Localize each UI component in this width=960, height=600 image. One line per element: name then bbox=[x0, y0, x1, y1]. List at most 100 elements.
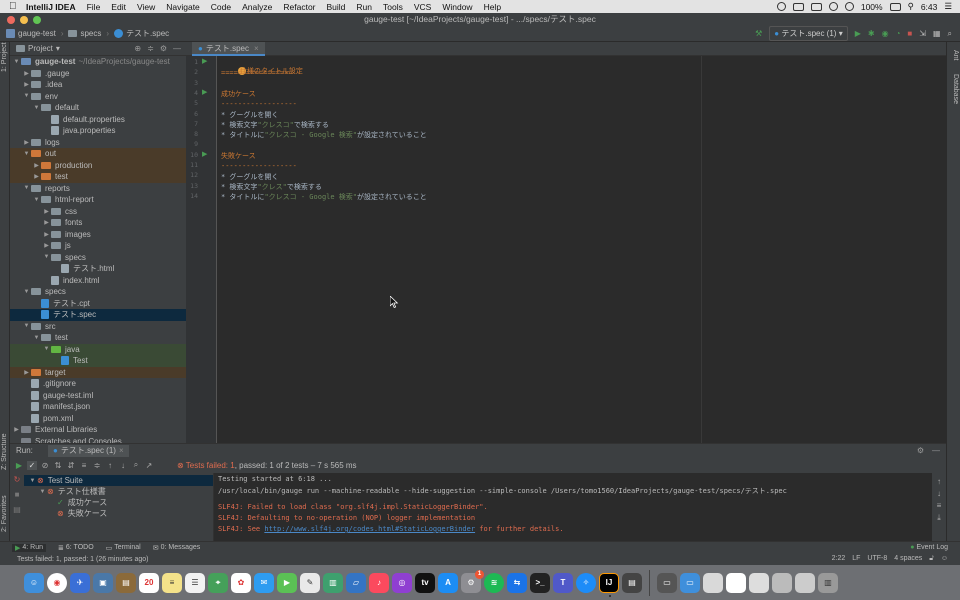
minimized-window-icon[interactable] bbox=[772, 572, 792, 593]
file-encoding[interactable]: UTF-8 bbox=[867, 555, 887, 563]
project-tree-item[interactable]: ▶ External Libraries bbox=[10, 424, 186, 436]
reminders-icon[interactable]: ☰ bbox=[185, 572, 205, 593]
previous-failed-icon[interactable]: ↑ bbox=[105, 461, 115, 470]
chevron-down-icon[interactable]: ▼ bbox=[12, 59, 21, 65]
step-search-1[interactable]: * 検索文字"クレスコ"で検索する bbox=[221, 120, 329, 130]
spotify-icon[interactable]: ≋ bbox=[484, 572, 504, 593]
podcasts-icon[interactable]: ◎ bbox=[392, 572, 412, 593]
show-ignored-icon[interactable]: ⊘ bbox=[40, 461, 50, 470]
run-tab[interactable]: ● テスト.spec (1) × bbox=[48, 444, 129, 457]
collapse-all-icon[interactable]: ≑ bbox=[92, 461, 102, 470]
menu-list-icon[interactable]: ☰ bbox=[944, 1, 952, 12]
search-icon[interactable]: ⚲ bbox=[908, 1, 914, 12]
search-everywhere-icon[interactable]: ⌕ bbox=[948, 29, 952, 39]
favorites-tool-tab[interactable]: 2: Favorites bbox=[1, 495, 8, 532]
project-tree-item[interactable]: index.html bbox=[10, 275, 186, 287]
project-tree-item[interactable]: ▼ html-report bbox=[10, 194, 186, 206]
stop-icon[interactable]: ■ bbox=[907, 29, 912, 38]
todo-tool-tab[interactable]: ≣ 6: TODO bbox=[58, 544, 94, 552]
stop-icon[interactable]: ■ bbox=[10, 490, 24, 499]
wifi-icon[interactable] bbox=[844, 2, 854, 11]
project-structure-icon[interactable]: ▦ bbox=[933, 29, 941, 38]
caret-position[interactable]: 2:22 bbox=[832, 555, 846, 563]
chevron-down-icon[interactable]: ▼ bbox=[42, 346, 51, 352]
project-tree-item[interactable]: default.properties bbox=[10, 114, 186, 126]
run-icon[interactable]: ▶ bbox=[855, 29, 861, 38]
layout-icon[interactable]: ▤ bbox=[10, 505, 24, 514]
app-store-icon[interactable]: A bbox=[438, 572, 458, 593]
step-open-google-2[interactable]: * グーグルを開く bbox=[221, 172, 278, 182]
breadcrumb-project[interactable]: gauge-test bbox=[18, 29, 56, 38]
project-tree-item[interactable]: ▶ target bbox=[10, 366, 186, 378]
chevron-down-icon[interactable]: ▼ bbox=[28, 478, 37, 484]
chevron-right-icon[interactable]: ▶ bbox=[12, 426, 21, 433]
database-tool-tab[interactable]: Database bbox=[952, 74, 959, 104]
gear-icon[interactable]: ⚙ bbox=[160, 44, 167, 53]
breadcrumb-file[interactable]: テスト.spec bbox=[126, 28, 169, 39]
preview-icon[interactable]: ▣ bbox=[93, 572, 113, 593]
terminal-tool-tab[interactable]: ▭ Terminal bbox=[106, 544, 141, 552]
battery-icon[interactable] bbox=[889, 2, 901, 11]
menu-navigate[interactable]: Navigate bbox=[166, 2, 200, 12]
photos-icon[interactable]: ✿ bbox=[231, 572, 251, 593]
project-tree-item[interactable]: ▶ js bbox=[10, 240, 186, 252]
project-tree-item[interactable]: ▼ specs bbox=[10, 252, 186, 264]
expand-all-icon[interactable]: ≡ bbox=[79, 461, 89, 470]
chevron-down-icon[interactable]: ▼ bbox=[32, 105, 41, 111]
project-tree-item[interactable]: テスト.cpt bbox=[10, 298, 186, 310]
messages-icon[interactable]: ✉ bbox=[254, 572, 274, 593]
ant-tool-tab[interactable]: Ant bbox=[952, 50, 959, 61]
menu-edit[interactable]: Edit bbox=[111, 2, 126, 12]
menu-code[interactable]: Code bbox=[211, 2, 231, 12]
zoom-window-icon[interactable] bbox=[33, 16, 41, 24]
collapse-all-icon[interactable]: ≑ bbox=[147, 44, 154, 53]
chevron-down-icon[interactable]: ▼ bbox=[22, 93, 31, 99]
project-tree-item[interactable]: テスト.html bbox=[10, 263, 186, 275]
menu-analyze[interactable]: Analyze bbox=[242, 2, 272, 12]
line-separator[interactable]: LF bbox=[852, 555, 860, 563]
close-icon[interactable]: × bbox=[119, 446, 124, 455]
gutter-run-icon[interactable]: ▶ bbox=[202, 88, 207, 96]
gutter-run-icon[interactable]: ▶ bbox=[202, 150, 207, 158]
project-tree-item[interactable]: pom.xml bbox=[10, 413, 186, 425]
menu-window[interactable]: Window bbox=[442, 2, 472, 12]
chevron-right-icon[interactable]: ▶ bbox=[42, 242, 51, 249]
chevron-down-icon[interactable]: ▼ bbox=[22, 151, 31, 157]
clock[interactable]: 6:43 bbox=[921, 2, 938, 12]
chevron-down-icon[interactable]: ▼ bbox=[38, 489, 47, 495]
rerun-failed-icon[interactable]: ↻ bbox=[10, 475, 24, 484]
project-tree-item[interactable]: ▶ test bbox=[10, 171, 186, 183]
chevron-right-icon[interactable]: ▶ bbox=[32, 162, 41, 169]
project-tree-item[interactable]: gauge-test.iml bbox=[10, 390, 186, 402]
project-tree-item[interactable]: ▶ logs bbox=[10, 137, 186, 149]
test-result-item[interactable]: ✓ 成功ケース bbox=[24, 497, 213, 508]
chevron-right-icon[interactable]: ▶ bbox=[22, 70, 31, 77]
indent-setting[interactable]: 4 spaces bbox=[894, 555, 922, 563]
step-title-check-2[interactable]: * タイトルに"クレスコ - Google 検索"が設定されていること bbox=[221, 192, 427, 202]
chevron-down-icon[interactable]: ▼ bbox=[32, 197, 41, 203]
project-tree-item[interactable]: ▼ src bbox=[10, 321, 186, 333]
project-tree-item[interactable]: java.properties bbox=[10, 125, 186, 137]
menu-refactor[interactable]: Refactor bbox=[283, 2, 315, 12]
rerun-icon[interactable]: ▶ bbox=[14, 461, 24, 470]
project-tree-item[interactable]: ▼ java bbox=[10, 343, 186, 355]
chevron-right-icon[interactable]: ▶ bbox=[42, 219, 51, 226]
profile-icon[interactable]: ◔ bbox=[896, 29, 901, 38]
chevron-right-icon[interactable]: ▶ bbox=[42, 208, 51, 215]
project-tree-item[interactable]: Test bbox=[10, 355, 186, 367]
project-tree-item[interactable]: manifest.json bbox=[10, 401, 186, 413]
scroll-up-icon[interactable]: ↑ bbox=[932, 477, 946, 486]
chevron-right-icon[interactable]: ▶ bbox=[22, 369, 31, 376]
update-project-icon[interactable]: ⇲ bbox=[919, 29, 926, 38]
hide-panel-icon[interactable]: — bbox=[173, 44, 181, 53]
project-tree-item[interactable]: ▶ .gauge bbox=[10, 68, 186, 80]
lock-icon[interactable]: 🔓︎ bbox=[929, 555, 934, 563]
project-tree-item[interactable]: ▶ images bbox=[10, 229, 186, 241]
menu-tools[interactable]: Tools bbox=[383, 2, 403, 12]
chevron-right-icon[interactable]: ▶ bbox=[22, 81, 31, 88]
pages-icon[interactable]: ✎ bbox=[300, 572, 320, 593]
system-preferences-icon[interactable]: ⚙ 1 bbox=[461, 569, 484, 593]
chevron-down-icon[interactable]: ▼ bbox=[22, 289, 31, 295]
menu-help[interactable]: Help bbox=[484, 2, 501, 12]
teamviewer-icon[interactable]: ⇆ bbox=[507, 572, 527, 593]
